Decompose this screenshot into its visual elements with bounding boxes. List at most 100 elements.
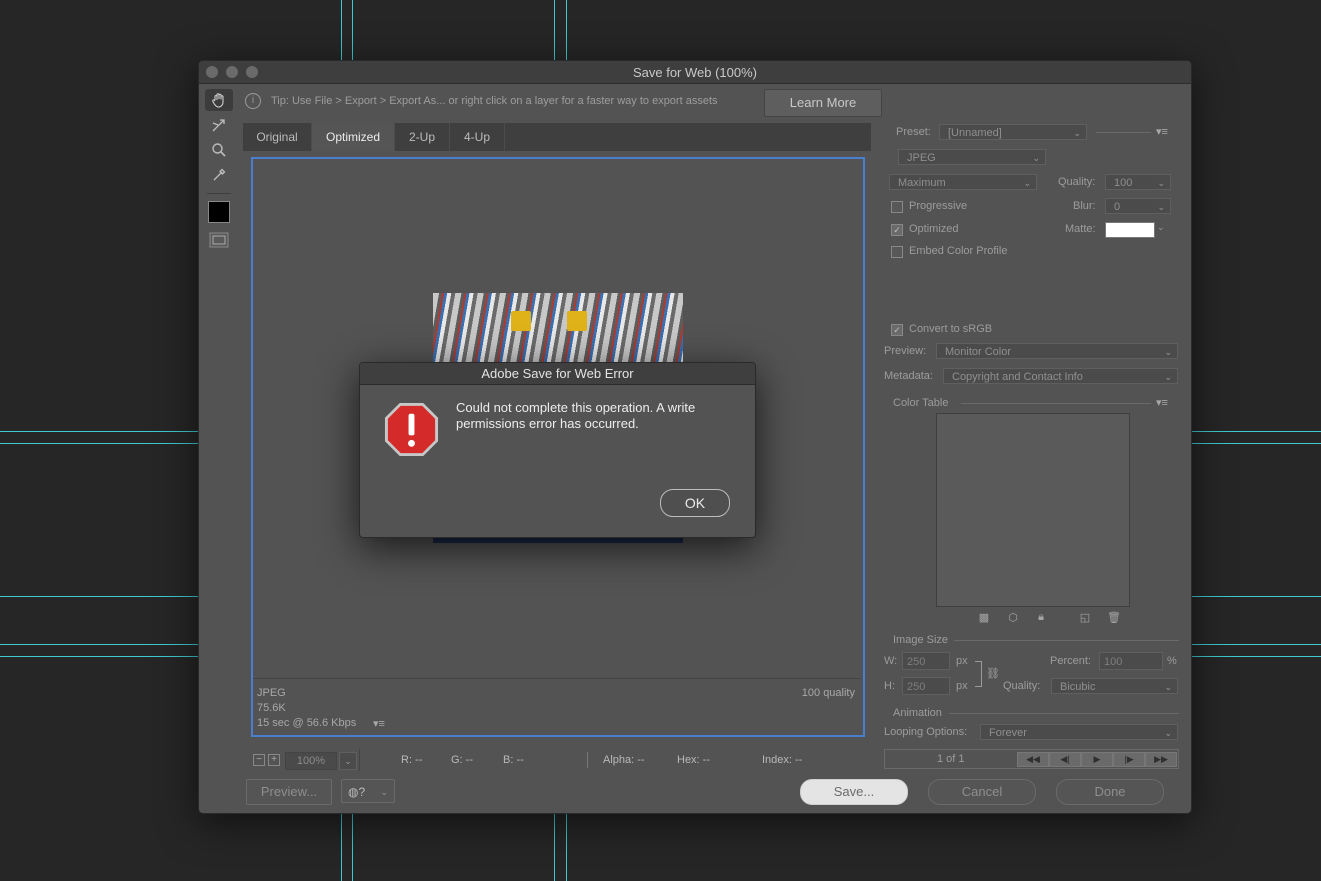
metadata-value: Copyright and Contact Info — [952, 371, 1083, 383]
quality-field[interactable]: 100 ⌄ — [1105, 174, 1171, 190]
compression-quality-select[interactable]: Maximum ⌄ — [889, 174, 1037, 190]
error-message: Could not complete this operation. A wri… — [456, 400, 696, 431]
eyedropper-color-swatch[interactable] — [205, 201, 233, 223]
metadata-select[interactable]: Copyright and Contact Info ⌄ — [943, 368, 1178, 384]
blur-value: 0 — [1114, 201, 1121, 213]
tab-optimized[interactable]: Optimized — [312, 123, 395, 151]
resample-quality-select[interactable]: Bicubic ⌄ — [1051, 678, 1178, 694]
learn-more-button[interactable]: Learn More — [764, 89, 882, 117]
error-dialog: Adobe Save for Web Error Could not compl… — [359, 362, 756, 538]
panel-divider — [949, 713, 1179, 714]
panel-divider — [1096, 132, 1151, 133]
map-transparency-icon[interactable]: ▩ — [978, 611, 990, 624]
previous-frame-icon[interactable]: ◀| — [1049, 752, 1081, 767]
preview-select[interactable]: Monitor Color ⌄ — [936, 343, 1178, 359]
image-download-time: 15 sec @ 56.6 Kbps — [257, 717, 357, 729]
toggle-slices-icon[interactable] — [205, 229, 233, 251]
image-quality: 100 quality — [801, 687, 855, 699]
blue-value: B: -- — [503, 754, 524, 766]
height-unit: px — [956, 680, 968, 692]
done-button[interactable]: Done — [1056, 779, 1164, 805]
green-value: G: -- — [451, 754, 473, 766]
index-value: Index: -- — [762, 754, 803, 766]
next-frame-icon[interactable]: |▶ — [1113, 752, 1145, 767]
convert-srgb-checkbox[interactable]: ✓ — [891, 324, 903, 336]
preview-button[interactable]: Preview... — [246, 779, 332, 805]
new-color-icon[interactable]: ◱ — [1079, 611, 1091, 624]
chevron-down-icon: ⌄ — [1032, 153, 1040, 163]
blur-label: Blur: — [1073, 200, 1096, 212]
chevron-down-icon[interactable]: ⌄ — [1157, 222, 1165, 233]
zoom-out-icon[interactable]: − — [253, 754, 265, 766]
preset-value: [Unnamed] — [948, 127, 1002, 139]
preview-label: Preview: — [884, 345, 927, 357]
width-unit: px — [956, 655, 968, 667]
quality-value: 100 — [1114, 177, 1133, 189]
last-frame-icon[interactable]: ▶▶ — [1145, 752, 1177, 767]
optimized-checkbox[interactable]: ✓ — [891, 224, 903, 236]
color-table-grid[interactable] — [936, 413, 1130, 607]
zoom-in-icon[interactable]: + — [268, 754, 280, 766]
link-proportions-icon[interactable]: ⛓ — [986, 667, 1000, 680]
color-table-title: Color Table — [893, 397, 949, 409]
device-preview-menu[interactable]: ◍? ⌄ — [341, 779, 395, 803]
trash-icon[interactable]: 🗑︎ — [1107, 611, 1121, 624]
matte-color-swatch[interactable] — [1105, 222, 1155, 238]
tab-4-up[interactable]: 4-Up — [450, 123, 505, 151]
ok-button[interactable]: OK — [660, 489, 730, 517]
tab-2-up[interactable]: 2-Up — [395, 123, 450, 151]
quality-label: Quality: — [1058, 176, 1096, 188]
image-file-size: 75.6K — [257, 702, 286, 714]
web-snap-icon[interactable]: ⬡ — [1007, 611, 1019, 624]
tip-text: Tip: Use File > Export > Export As... or… — [271, 95, 718, 107]
info-icon: i — [245, 93, 261, 109]
slice-select-tool-icon[interactable] — [205, 114, 233, 136]
hand-tool-icon[interactable] — [205, 89, 233, 111]
resample-quality-label: Quality: — [1003, 680, 1041, 692]
progressive-checkbox[interactable] — [891, 201, 903, 213]
panel-divider — [961, 403, 1151, 404]
blur-field[interactable]: 0 ⌄ — [1105, 198, 1171, 214]
first-frame-icon[interactable]: ◀◀ — [1017, 752, 1049, 767]
zoom-level-field[interactable]: 100% — [285, 752, 337, 770]
eyedropper-tool-icon[interactable] — [205, 164, 233, 186]
looping-options-select[interactable]: Forever ⌄ — [980, 724, 1178, 740]
chevron-down-icon: ⌄ — [1164, 728, 1172, 738]
chevron-down-icon: ⌄ — [1157, 202, 1165, 212]
format-value: JPEG — [907, 152, 936, 164]
status-divider — [359, 749, 360, 771]
download-speed-menu-icon[interactable]: ▾≡ — [373, 719, 387, 730]
matte-label: Matte: — [1065, 223, 1096, 235]
color-table-menu-icon[interactable]: ▾≡ — [1156, 398, 1170, 409]
image-format: JPEG — [257, 687, 286, 699]
width-field[interactable]: 250 — [902, 652, 950, 670]
cancel-button[interactable]: Cancel — [928, 779, 1036, 805]
height-field[interactable]: 250 — [902, 677, 950, 695]
chevron-down-icon: ⌄ — [1023, 178, 1031, 188]
image-info-area: JPEG 75.6K 15 sec @ 56.6 Kbps ▾≡ 100 qua… — [253, 678, 861, 737]
percent-unit: % — [1167, 655, 1177, 667]
lock-color-icon[interactable]: 🔒︎ — [1035, 611, 1047, 623]
save-button[interactable]: Save... — [800, 779, 908, 805]
optimized-label: Optimized — [909, 223, 959, 235]
settings-menu-icon[interactable]: ▾≡ — [1156, 127, 1170, 138]
chevron-down-icon: ⌄ — [1164, 682, 1172, 692]
file-format-select[interactable]: JPEG ⌄ — [898, 149, 1046, 165]
image-crane — [511, 311, 531, 331]
zoom-tool-icon[interactable] — [205, 139, 233, 161]
looping-options-label: Looping Options: — [884, 726, 968, 738]
resample-quality-value: Bicubic — [1060, 681, 1096, 693]
frame-counter: 1 of 1 — [937, 753, 965, 765]
preset-select[interactable]: [Unnamed] ⌄ — [939, 124, 1087, 140]
zoom-dropdown-chevron-icon[interactable]: ⌄ — [339, 752, 357, 770]
chevron-down-icon: ⌄ — [1164, 372, 1172, 382]
percent-field[interactable]: 100 — [1099, 652, 1163, 670]
status-bar: − + 100% ⌄ R: -- G: -- B: -- Alpha: -- H… — [243, 749, 871, 771]
tab-original[interactable]: Original — [243, 123, 312, 151]
width-label: W: — [884, 655, 898, 667]
progressive-label: Progressive — [909, 200, 968, 212]
convert-srgb-label: Convert to sRGB — [909, 323, 993, 335]
embed-color-profile-checkbox[interactable] — [891, 246, 903, 258]
percent-label: Percent: — [1050, 655, 1091, 667]
play-icon[interactable]: ▶ — [1081, 752, 1113, 767]
